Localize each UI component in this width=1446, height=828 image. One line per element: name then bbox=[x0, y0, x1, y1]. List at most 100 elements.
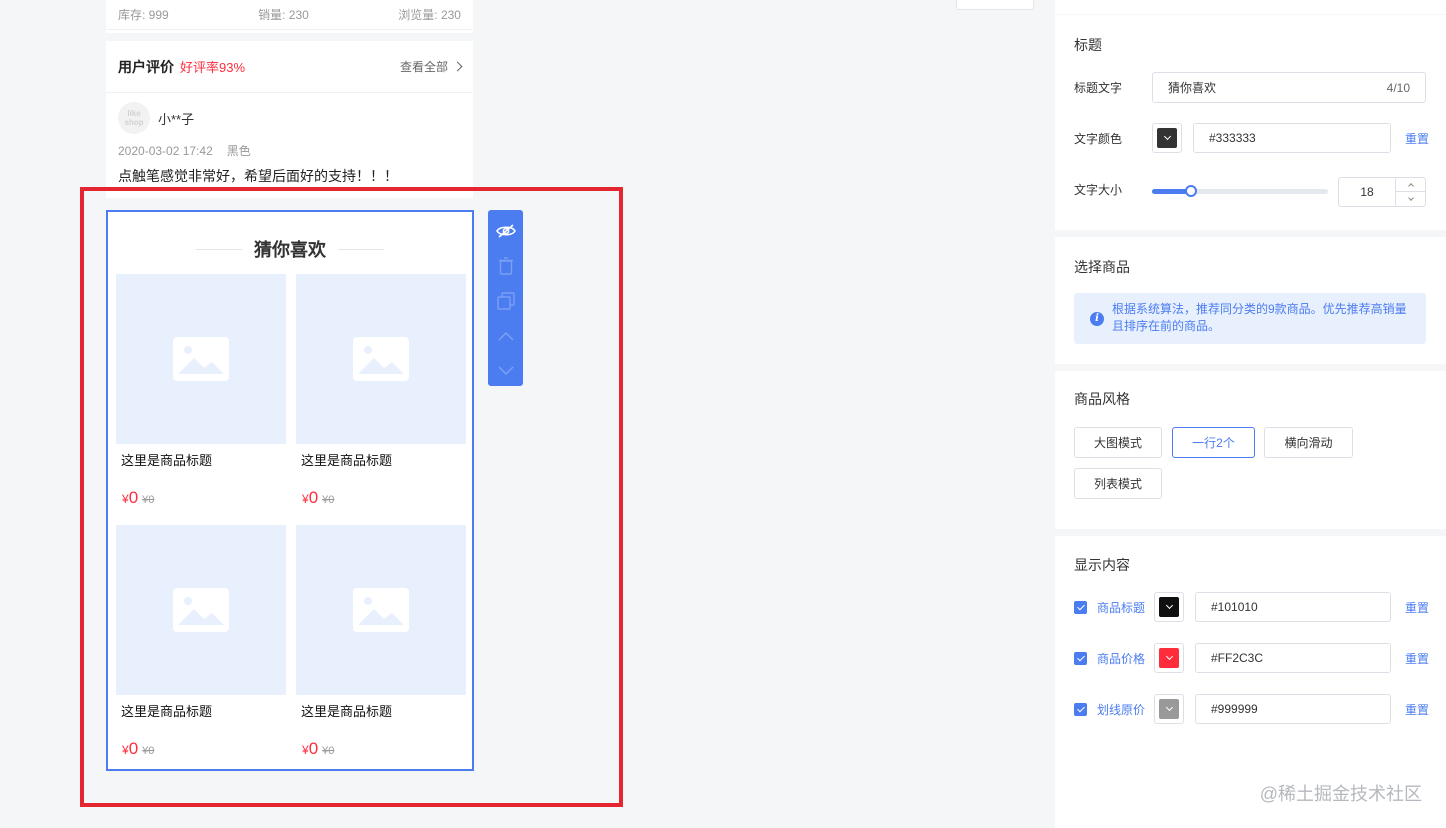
product-card[interactable]: 这里是商品标题 ¥0 ¥0 bbox=[296, 525, 466, 765]
title-line-right bbox=[338, 248, 384, 250]
copy-button[interactable] bbox=[495, 290, 517, 312]
decrease-button[interactable] bbox=[1395, 192, 1425, 206]
component-toolbar bbox=[488, 210, 523, 386]
original-price-color-input[interactable]: #999999 bbox=[1195, 694, 1391, 724]
show-original-price-label[interactable]: 划线原价 bbox=[1097, 701, 1145, 718]
eye-off-icon bbox=[495, 224, 516, 238]
product-price: ¥0 ¥0 bbox=[122, 739, 154, 759]
review-meta: 2020-03-02 17:42 黑色 bbox=[118, 142, 251, 159]
chevron-down-icon bbox=[1165, 652, 1173, 661]
title-color-swatch[interactable] bbox=[1154, 592, 1184, 622]
guess-you-like-component[interactable]: 猜你喜欢 这里是商品标题 ¥0 ¥0 这里是商品标题 ¥0 ¥0 这里是商品标题 ¥… bbox=[106, 210, 474, 771]
currency-symbol: ¥ bbox=[302, 743, 309, 757]
title-text-label: 标题文字 bbox=[1074, 81, 1123, 95]
reviewer-name: 小**子 bbox=[158, 111, 195, 127]
view-all-link[interactable]: 查看全部 bbox=[399, 58, 463, 75]
text-color-input[interactable]: #333333 bbox=[1193, 123, 1391, 153]
product-price: ¥0 ¥0 bbox=[122, 488, 154, 508]
section-gap bbox=[106, 33, 473, 41]
reset-original-price-color-button[interactable]: 重置 bbox=[1405, 701, 1429, 718]
product-title: 这里是商品标题 bbox=[301, 453, 393, 468]
increase-button[interactable] bbox=[1395, 178, 1425, 192]
color-fill bbox=[1159, 597, 1179, 617]
move-down-button[interactable] bbox=[495, 360, 517, 382]
section-heading: 选择商品 bbox=[1074, 259, 1130, 275]
watermark: @稀土掘金技术社区 bbox=[1259, 784, 1422, 804]
chevron-up-icon bbox=[1407, 182, 1414, 189]
image-placeholder-icon bbox=[353, 588, 409, 632]
price-color-value: #FF2C3C bbox=[1211, 651, 1264, 665]
product-card[interactable]: 这里是商品标题 ¥0 ¥0 bbox=[116, 274, 286, 514]
section-heading: 显示内容 bbox=[1074, 557, 1130, 573]
product-stats: 库存: 999 销量: 230 浏览量: 230 bbox=[106, 0, 473, 30]
hide-button[interactable] bbox=[495, 220, 517, 242]
title-text-value: 猜你喜欢 bbox=[1168, 81, 1217, 95]
review-title-group: 用户评价 好评率93% bbox=[118, 57, 245, 77]
currency-symbol: ¥ bbox=[122, 743, 129, 757]
show-original-price-checkbox[interactable] bbox=[1074, 703, 1087, 716]
review-date: 2020-03-02 17:42 bbox=[118, 144, 213, 158]
review-title: 用户评价 bbox=[118, 58, 174, 75]
style-option-large[interactable]: 大图模式 bbox=[1074, 427, 1162, 458]
price-color-swatch[interactable] bbox=[1154, 643, 1184, 673]
char-count: 4/10 bbox=[1386, 80, 1410, 95]
view-all-label: 查看全部 bbox=[399, 60, 448, 74]
color-fill bbox=[1159, 648, 1179, 668]
chevron-down-icon bbox=[1165, 601, 1173, 610]
product-price: ¥0 ¥0 bbox=[302, 488, 334, 508]
guess-title: 猜你喜欢 bbox=[254, 240, 326, 260]
style-option-two-per-row[interactable]: 一行2个 bbox=[1172, 427, 1255, 458]
title-line-left bbox=[196, 248, 242, 250]
reset-text-color-button[interactable]: 重置 bbox=[1405, 130, 1429, 147]
price-value: 0 bbox=[128, 739, 139, 758]
text-color-swatch[interactable] bbox=[1152, 123, 1182, 153]
chevron-down-icon bbox=[497, 366, 514, 376]
original-price-color-swatch[interactable] bbox=[1154, 694, 1184, 724]
reset-title-color-button[interactable]: 重置 bbox=[1405, 599, 1429, 616]
show-price-label[interactable]: 商品价格 bbox=[1097, 650, 1145, 667]
title-text-input[interactable]: 猜你喜欢 4/10 bbox=[1152, 72, 1426, 103]
image-placeholder-icon bbox=[173, 337, 229, 381]
slider-handle[interactable] bbox=[1184, 185, 1197, 197]
show-price-checkbox[interactable] bbox=[1074, 652, 1087, 665]
title-settings: 标题 标题文字 猜你喜欢 4/10 文字颜色 #333333 重置 文字大小 1… bbox=[1055, 15, 1446, 230]
delete-button[interactable] bbox=[495, 255, 517, 277]
product-card[interactable]: 这里是商品标题 ¥0 ¥0 bbox=[296, 274, 466, 514]
floating-tab[interactable] bbox=[956, 0, 1034, 10]
currency-symbol: ¥ bbox=[302, 492, 309, 506]
text-color-label: 文字颜色 bbox=[1074, 132, 1123, 146]
avatar-text-top: like bbox=[127, 109, 141, 118]
settings-panel: 标题 标题文字 猜你喜欢 4/10 文字颜色 #333333 重置 文字大小 1… bbox=[1055, 0, 1446, 828]
price-value: 0 bbox=[308, 739, 319, 758]
font-size-slider[interactable] bbox=[1152, 185, 1328, 197]
product-image bbox=[296, 525, 466, 695]
product-image bbox=[116, 274, 286, 444]
info-line-2: 且排序在前的商品。 bbox=[1112, 319, 1221, 333]
guess-title-row: 猜你喜欢 bbox=[108, 236, 472, 262]
product-image bbox=[296, 274, 466, 444]
product-image bbox=[116, 525, 286, 695]
info-line-1: 根据系统算法，推荐同分类的9款商品。优先推荐高销量 bbox=[1112, 302, 1407, 316]
image-placeholder-icon bbox=[353, 337, 409, 381]
font-size-stepper[interactable]: 18 bbox=[1338, 177, 1426, 207]
move-up-button[interactable] bbox=[495, 325, 517, 347]
style-option-horizontal-scroll[interactable]: 横向滑动 bbox=[1264, 427, 1353, 458]
style-option-list[interactable]: 列表模式 bbox=[1074, 468, 1162, 499]
price-value: 0 bbox=[308, 488, 319, 507]
product-price: ¥0 ¥0 bbox=[302, 739, 334, 759]
product-card[interactable]: 这里是商品标题 ¥0 ¥0 bbox=[116, 525, 286, 765]
price-color-input[interactable]: #FF2C3C bbox=[1195, 643, 1391, 673]
title-color-input[interactable]: #101010 bbox=[1195, 592, 1391, 622]
product-title: 这里是商品标题 bbox=[301, 704, 393, 719]
font-size-label: 文字大小 bbox=[1074, 183, 1123, 197]
chevron-up-icon bbox=[497, 331, 514, 341]
original-price: ¥0 bbox=[142, 494, 155, 506]
show-title-label[interactable]: 商品标题 bbox=[1097, 599, 1145, 616]
copy-icon bbox=[496, 292, 515, 310]
original-price: ¥0 bbox=[322, 745, 335, 757]
font-size-value[interactable]: 18 bbox=[1339, 178, 1395, 206]
show-title-checkbox[interactable] bbox=[1074, 601, 1087, 614]
reset-price-color-button[interactable]: 重置 bbox=[1405, 650, 1429, 667]
reviewer: like shop 小**子 bbox=[118, 102, 194, 134]
avatar: like shop bbox=[118, 102, 150, 134]
